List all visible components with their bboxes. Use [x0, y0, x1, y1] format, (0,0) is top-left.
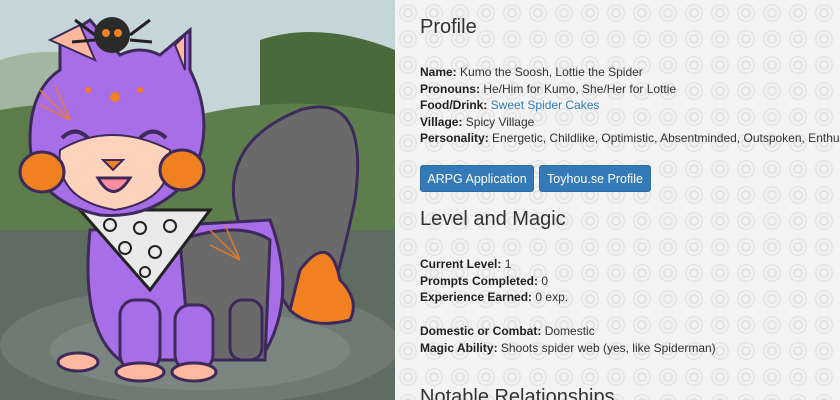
experience-value: 0 exp.: [532, 290, 569, 304]
magic-details: Domestic or Combat: Domestic Magic Abili…: [420, 323, 716, 356]
name-row: Name: Kumo the Soosh, Lottie the Spider: [420, 64, 840, 81]
name-label: Name:: [420, 65, 457, 79]
character-artwork: [0, 0, 395, 400]
character-illustration: [0, 0, 395, 400]
prompts-label: Prompts Completed:: [420, 273, 539, 288]
name-value: Kumo the Soosh, Lottie the Spider: [456, 65, 643, 79]
prompts-row: Prompts Completed: 0: [420, 273, 568, 290]
profile-buttons: ARPG Application Toyhou.se Profile: [420, 165, 651, 192]
pronouns-row: Pronouns: He/Him for Kumo, She/Her for L…: [420, 81, 840, 98]
magic-row: Magic Ability: Shoots spider web (yes, l…: [420, 340, 716, 357]
profile-panel: Profile Name: Kumo the Soosh, Lottie the…: [395, 0, 840, 400]
village-value: Spicy Village: [462, 114, 535, 129]
experience-row: Experience Earned: 0 exp.: [420, 289, 568, 306]
notable-relationships-heading: Notable Relationships: [420, 386, 615, 400]
village-row: Village: Spicy Village: [420, 114, 840, 131]
arpg-application-button[interactable]: ARPG Application: [420, 165, 534, 192]
domestic-label: Domestic or Combat:: [420, 324, 542, 338]
current-level-row: Current Level: 1: [420, 256, 568, 273]
food-label: Food/Drink:: [420, 98, 488, 112]
current-level-value: 1: [501, 257, 512, 271]
toyhouse-profile-button[interactable]: Toyhou.se Profile: [539, 165, 651, 192]
pronouns-label: Pronouns:: [420, 81, 480, 96]
prompts-value: 0: [538, 273, 549, 288]
profile-heading: Profile: [420, 16, 477, 38]
experience-label: Experience Earned:: [420, 290, 533, 304]
personality-value: Energetic, Childlike, Optimistic, Absent…: [488, 131, 840, 145]
magic-label: Magic Ability:: [420, 340, 498, 355]
profile-details: Name: Kumo the Soosh, Lottie the Spider …: [420, 64, 840, 147]
current-level-label: Current Level:: [420, 257, 502, 271]
village-label: Village:: [420, 114, 463, 129]
magic-value: Shoots spider web (yes, like Spiderman): [497, 340, 716, 355]
personality-label: Personality:: [420, 131, 489, 145]
level-details: Current Level: 1 Prompts Completed: 0 Ex…: [420, 256, 568, 306]
level-magic-heading: Level and Magic: [420, 208, 566, 230]
food-link[interactable]: Sweet Spider Cakes: [491, 98, 600, 112]
domestic-row: Domestic or Combat: Domestic: [420, 323, 716, 340]
personality-row: Personality: Energetic, Childlike, Optim…: [420, 130, 840, 147]
pronouns-value: He/Him for Kumo, She/Her for Lottie: [480, 81, 677, 96]
food-row: Food/Drink: Sweet Spider Cakes: [420, 97, 840, 114]
domestic-value: Domestic: [541, 324, 595, 338]
